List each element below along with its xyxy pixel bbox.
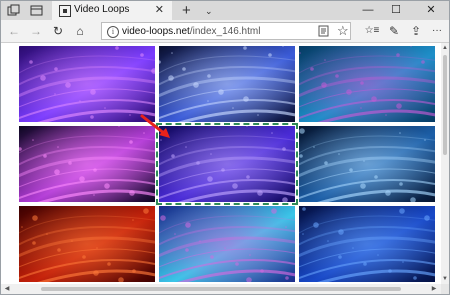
tab-video-loops[interactable]: Video Loops ✕: [52, 1, 172, 20]
favorite-star-icon[interactable]: ☆: [337, 23, 349, 39]
site-info-icon[interactable]: i: [107, 26, 119, 38]
thumbnail-teal-curve-gradient[interactable]: [299, 46, 435, 122]
tab-preview-icon[interactable]: [30, 4, 43, 17]
tab-title: Video Loops: [74, 4, 130, 15]
scrollbar-corner: [441, 284, 449, 294]
scroll-left-icon[interactable]: ◀: [2, 284, 12, 294]
selection-frame: [156, 123, 298, 205]
horizontal-scroll-thumb[interactable]: [41, 287, 401, 291]
forward-button[interactable]: →: [27, 22, 45, 40]
thumbnail-purple-wave-streaks[interactable]: [19, 46, 155, 122]
url-host: video-loops.net: [122, 26, 190, 37]
scroll-down-icon[interactable]: ▼: [441, 275, 449, 283]
home-button[interactable]: ⌂: [71, 22, 89, 40]
navigation-bar: ← → ↻ ⌂ i video-loops.net/index_146.html…: [1, 20, 449, 43]
scroll-up-icon[interactable]: ▲: [441, 44, 449, 52]
favorites-hub-icon[interactable]: ☆≡: [363, 22, 381, 40]
thumbnail-blue-cloud-particles[interactable]: [299, 126, 435, 202]
address-bar[interactable]: i video-loops.net/index_146.html ☆: [101, 22, 351, 40]
url-path: /index_146.html: [189, 26, 261, 37]
reading-view-icon[interactable]: [318, 25, 329, 37]
vertical-scrollbar[interactable]: ▲ ▼: [441, 43, 449, 284]
back-button[interactable]: ←: [5, 22, 23, 40]
page-favicon-icon: [59, 5, 71, 17]
browser-window: Video Loops ✕ + ⌄ — ☐ ✕ ← → ↻ ⌂ i video-…: [0, 0, 450, 295]
thumbnail-deep-blue-streaks[interactable]: [299, 206, 435, 282]
page-content: [1, 43, 441, 284]
horizontal-scrollbar[interactable]: ◀ ▶: [1, 284, 441, 294]
web-notes-icon[interactable]: ✎: [385, 22, 403, 40]
tab-list-chevron-icon[interactable]: ⌄: [205, 2, 213, 21]
set-tabs-aside-icon[interactable]: [7, 4, 20, 17]
url-text: video-loops.net/index_146.html: [122, 26, 260, 37]
pointer-arrow-icon: [140, 114, 170, 138]
thumbnail-pink-ring-tunnel[interactable]: [19, 126, 155, 202]
scroll-right-icon[interactable]: ▶: [429, 284, 439, 294]
new-tab-button[interactable]: +: [182, 1, 191, 20]
minimize-button[interactable]: —: [358, 1, 378, 20]
thumbnail-blue-particle-lines[interactable]: [159, 46, 295, 122]
vertical-scroll-thumb[interactable]: [443, 55, 447, 155]
refresh-button[interactable]: ↻: [49, 22, 67, 40]
more-menu-icon[interactable]: ···: [428, 22, 446, 40]
thumbnail-cyan-bokeh-lights[interactable]: [159, 206, 295, 282]
close-window-button[interactable]: ✕: [421, 1, 441, 20]
thumbnail-red-swirl[interactable]: [19, 206, 155, 282]
title-bar: Video Loops ✕ + ⌄ — ☐ ✕: [1, 1, 449, 20]
share-icon[interactable]: ⇪: [407, 22, 425, 40]
tab-close-icon[interactable]: ✕: [155, 3, 164, 16]
maximize-button[interactable]: ☐: [386, 1, 406, 20]
